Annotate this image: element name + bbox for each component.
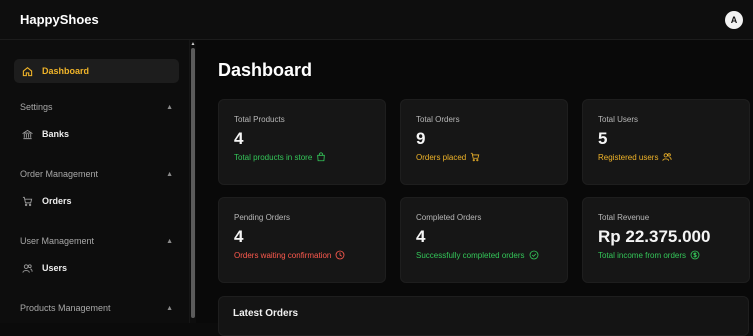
card-label: Total Products	[234, 115, 285, 124]
cart-icon	[20, 194, 34, 208]
main-content: Dashboard Total Products 4 Total product…	[196, 40, 753, 336]
card-value: 4	[234, 227, 244, 246]
top-bar: HappyShoes A	[0, 0, 753, 40]
card-completed-orders: Completed Orders 4 Successfully complete…	[400, 197, 568, 283]
card-total-revenue: Total Revenue Rp 22.375.000 Total income…	[582, 197, 750, 283]
chevron-up-icon: ▲	[166, 103, 173, 111]
latest-orders-title: Latest Orders	[233, 308, 299, 319]
card-total-users: Total Users 5 Registered users	[582, 99, 750, 185]
card-value: Rp 22.375.000	[598, 227, 711, 246]
brand-logo[interactable]: HappyShoes	[20, 12, 99, 27]
card-subtext: Orders placed	[416, 152, 567, 162]
users-icon	[662, 152, 673, 162]
home-icon	[20, 64, 34, 78]
card-label: Completed Orders	[416, 213, 482, 222]
card-value: 9	[416, 129, 426, 148]
card-subtext-label: Total products in store	[234, 152, 313, 162]
card-subtext-label: Orders placed	[416, 152, 467, 162]
latest-orders-panel: Latest Orders	[218, 296, 749, 336]
shopping-bag-icon	[316, 152, 326, 162]
section-title: Settings	[20, 102, 53, 112]
dollar-circle-icon	[690, 250, 700, 260]
chevron-up-icon: ▲	[166, 304, 173, 312]
sidebar-item-label: Banks	[42, 129, 70, 139]
card-pending-orders: Pending Orders 4 Orders waiting confirma…	[218, 197, 386, 283]
sidebar: Dashboard Settings ▲ Banks Order Managem…	[0, 40, 190, 323]
card-subtext-label: Total income from orders	[598, 250, 687, 260]
check-circle-icon	[529, 250, 539, 260]
sidebar-item-label: Dashboard	[42, 66, 90, 76]
section-order-management[interactable]: Order Management ▲	[0, 167, 189, 181]
clock-icon	[335, 250, 345, 260]
card-subtext: Registered users	[598, 152, 749, 162]
card-label: Total Users	[598, 115, 639, 124]
card-label: Total Revenue	[598, 213, 650, 222]
page-title: Dashboard	[218, 60, 313, 80]
section-products-management[interactable]: Products Management ▲	[0, 301, 189, 315]
sidebar-item-banks[interactable]: Banks	[0, 125, 189, 143]
card-subtext-label: Registered users	[598, 152, 659, 162]
card-subtext-label: Successfully completed orders	[416, 250, 525, 260]
card-subtext: Orders waiting confirmation	[234, 250, 385, 260]
sidebar-item-dashboard[interactable]: Dashboard	[14, 59, 179, 83]
section-title: User Management	[20, 236, 95, 246]
card-subtext: Total products in store	[234, 152, 385, 162]
card-subtext-label: Orders waiting confirmation	[234, 250, 332, 260]
section-title: Products Management	[20, 303, 111, 313]
users-icon	[20, 261, 34, 275]
card-subtext: Successfully completed orders	[416, 250, 567, 260]
bank-icon	[20, 127, 34, 141]
card-label: Total Orders	[416, 115, 460, 124]
user-avatar[interactable]: A	[725, 10, 743, 29]
sidebar-item-users[interactable]: Users	[0, 259, 189, 277]
card-value: 5	[598, 129, 608, 148]
section-title: Order Management	[20, 169, 99, 179]
section-user-management[interactable]: User Management ▲	[0, 234, 189, 248]
scroll-thumb[interactable]	[191, 48, 195, 318]
card-label: Pending Orders	[234, 213, 291, 222]
card-subtext: Total income from orders	[598, 250, 749, 260]
sidebar-item-label: Orders	[42, 196, 72, 206]
cart-icon	[470, 152, 480, 162]
chevron-up-icon: ▲	[166, 237, 173, 245]
chevron-up-icon: ▲	[166, 170, 173, 178]
sidebar-item-label: Users	[42, 263, 68, 273]
card-total-products: Total Products 4 Total products in store	[218, 99, 386, 185]
card-value: 4	[234, 129, 244, 148]
sidebar-item-orders[interactable]: Orders	[0, 192, 189, 210]
section-settings[interactable]: Settings ▲	[0, 100, 189, 114]
card-value: 4	[416, 227, 426, 246]
card-total-orders: Total Orders 9 Orders placed	[400, 99, 568, 185]
